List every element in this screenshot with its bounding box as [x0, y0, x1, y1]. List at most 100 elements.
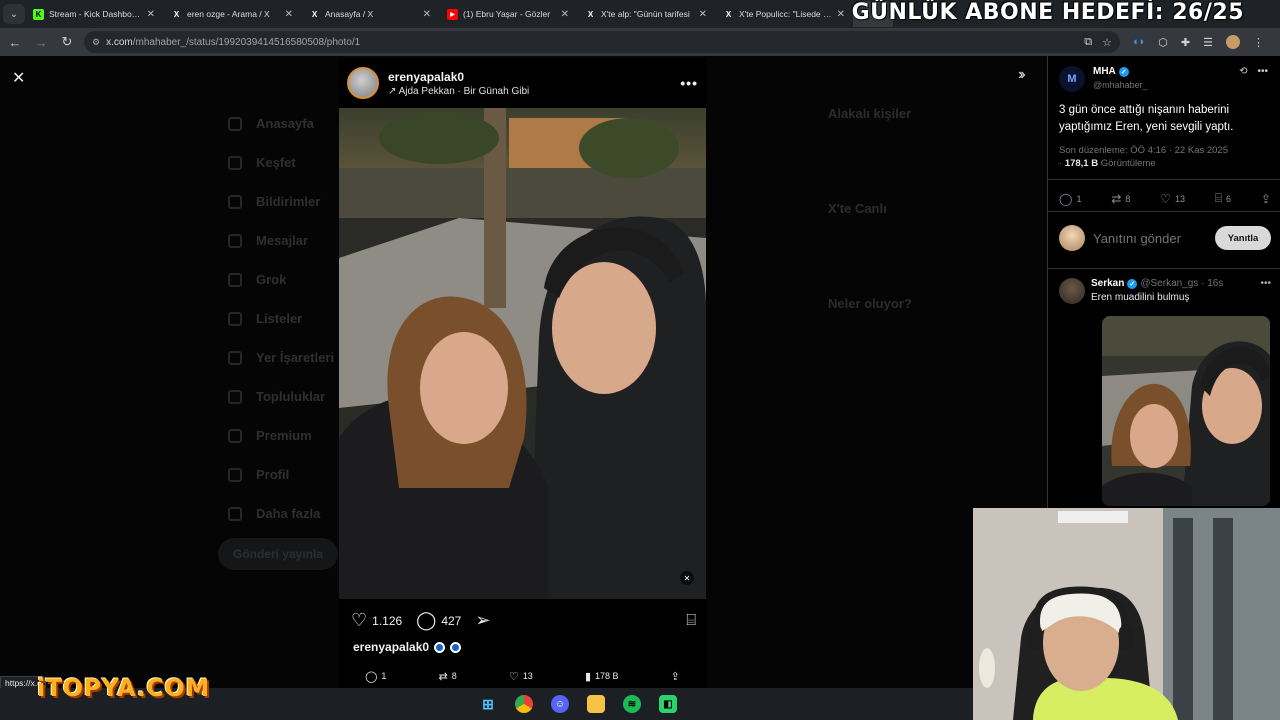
site-info-icon[interactable]: ⚙: [92, 37, 100, 48]
nav-item: Keşfet: [228, 143, 334, 182]
verified-badge-icon: ✓: [1127, 278, 1138, 289]
extensions-puzzle-icon[interactable]: ✚: [1181, 36, 1190, 49]
extension-shield-icon[interactable]: ⬡: [1158, 36, 1168, 49]
home-icon: [228, 116, 242, 131]
post-media[interactable]: erenyapalak0 ↗ Ajda Pekkan · Bir Günah G…: [339, 58, 706, 688]
chrome-icon[interactable]: [515, 695, 533, 713]
tab-close-icon[interactable]: ✕: [561, 9, 569, 20]
tab-x-search[interactable]: X eren ozge - Arama / X ✕: [163, 1, 301, 27]
itopya-watermark: iTOPYA.COM: [37, 674, 210, 702]
divider: [1048, 268, 1280, 269]
more-icon: [228, 506, 242, 521]
like-action[interactable]: ♡ 13: [509, 670, 533, 683]
tab-title: X'te Populicc: "Lisede çek: [739, 9, 833, 19]
tab-search-icon[interactable]: ⌄: [3, 4, 25, 24]
windows-start-icon[interactable]: ⊞: [479, 695, 497, 713]
reply-input[interactable]: Yanıtını gönder: [1093, 231, 1181, 246]
tab-x-alp[interactable]: X X'te alp: "Günün tarifesi ✕: [577, 1, 715, 27]
repost-button[interactable]: ⇄ 8: [1111, 191, 1130, 206]
tab-x-populicc[interactable]: X X'te Populicc: "Lisede çek ✕: [715, 1, 853, 27]
nav-item: Topluluklar: [228, 377, 334, 416]
premium-icon: [228, 428, 242, 443]
share-icon: ⇪: [670, 670, 680, 683]
search-icon: [228, 155, 242, 170]
tab-close-icon[interactable]: ✕: [423, 9, 431, 20]
nav-item: Listeler: [228, 299, 334, 338]
reply-button[interactable]: ◯ 1: [1059, 191, 1081, 206]
x-icon: X: [311, 9, 318, 19]
tab-kick-dashboard[interactable]: K Stream - Kick Dashboard ✕: [25, 1, 163, 27]
reload-icon[interactable]: ↻: [56, 31, 78, 53]
address-bar[interactable]: ⚙ x.com/mhahaber_/status/199203941451658…: [84, 31, 1120, 53]
reply-composer: Yanıtını gönder Yanıtla: [1059, 223, 1271, 253]
ig-actions: ♡ 1.126 ◯ 427 ➢ ⌸: [351, 610, 696, 631]
commenter-avatar[interactable]: [1059, 278, 1085, 304]
collapse-panel-icon[interactable]: ››: [1018, 66, 1025, 84]
send-icon: ➢: [475, 610, 491, 630]
grok-icon: [228, 272, 242, 287]
share-icon: ⇪: [1260, 191, 1271, 206]
forward-arrow-icon[interactable]: →: [30, 31, 52, 53]
heart-icon: ♡: [1160, 191, 1171, 206]
background-sidebar-nav: Anasayfa Keşfet Bildirimler Mesajlar Gro…: [228, 104, 334, 533]
file-explorer-icon[interactable]: [587, 695, 605, 713]
reply-tweet[interactable]: Serkan ✓ @Serkan_gs · 16s Eren muadilini b…: [1059, 278, 1271, 506]
youtube-icon: ▶: [447, 8, 458, 20]
reply-action[interactable]: ◯ 1: [365, 670, 386, 683]
share-button[interactable]: ⇪: [1261, 191, 1271, 206]
comment-photo[interactable]: [1102, 316, 1270, 506]
more-options-icon[interactable]: •••: [1257, 66, 1268, 77]
reply-icon: ◯: [1059, 191, 1073, 206]
commenter-name[interactable]: Serkan: [1091, 278, 1124, 289]
ig-comment-count: 427: [441, 613, 462, 628]
share-action[interactable]: ⇪: [671, 670, 680, 683]
media-action-bar: ◯ 1 ⇄ 8 ♡ 13 ▮ 178 B ⇪: [339, 664, 706, 688]
commenter-handle[interactable]: @Serkan_gs · 16s: [1140, 278, 1223, 289]
mute-icon[interactable]: ✕: [680, 571, 694, 585]
tab-close-icon[interactable]: ✕: [285, 9, 293, 20]
tab-close-icon[interactable]: ✕: [699, 9, 707, 20]
heart-icon: ♡: [508, 670, 519, 683]
subscriber-goal-overlay: GÜNLÜK ABONE HEDEFİ: 26/25: [851, 0, 1244, 25]
more-options-icon[interactable]: •••: [1260, 278, 1271, 304]
profile-icon: [228, 467, 242, 482]
browser-menu-icon[interactable]: ⋮: [1253, 36, 1264, 49]
edited-timestamp[interactable]: Son düzenleme: ÖÖ 4:16 · 22 Kas 2025: [1059, 145, 1228, 156]
bookmark-icon: [228, 350, 242, 365]
app-icon[interactable]: ◧: [659, 695, 677, 713]
url-path: /mhahaber_/status/1992039414516580508/ph…: [132, 36, 361, 48]
reply-submit-button[interactable]: Yanıtla: [1215, 226, 1271, 250]
heart-icon: ♡: [351, 610, 368, 630]
like-button[interactable]: ♡ 13: [1160, 191, 1185, 206]
back-arrow-icon[interactable]: ←: [4, 31, 26, 53]
discord-icon[interactable]: ☺: [551, 695, 569, 713]
bookmark-button[interactable]: ⌸ 6: [1215, 191, 1231, 206]
bookmark-star-icon[interactable]: ☆: [1102, 36, 1112, 49]
author-handle[interactable]: @mhahaber_: [1093, 80, 1148, 90]
reading-list-icon[interactable]: ☰: [1203, 36, 1213, 49]
my-avatar: [1059, 225, 1085, 251]
tab-youtube[interactable]: ▶ (1) Ebru Yaşar - Gözler ✕: [439, 1, 577, 27]
ig-avatar: [347, 67, 379, 99]
repost-action[interactable]: ⇄ 8: [439, 670, 457, 683]
author-name[interactable]: MHA: [1093, 66, 1116, 77]
url-host: x.com: [106, 36, 133, 48]
extension-wave-icon[interactable]: ◖◗: [1132, 36, 1145, 48]
tab-close-icon[interactable]: ✕: [147, 9, 155, 20]
ig-username: erenyapalak0: [388, 69, 465, 84]
tab-title: eren ozge - Arama / X: [187, 9, 270, 19]
ig-like-count: 1.126: [372, 613, 403, 628]
repost-icon: ⇄: [1111, 191, 1122, 206]
reply-icon: ◯: [365, 670, 378, 683]
close-icon[interactable]: ✕: [12, 68, 25, 88]
author-avatar[interactable]: M: [1059, 66, 1085, 92]
spotify-icon[interactable]: ≋: [623, 695, 641, 713]
install-app-icon[interactable]: ⧉: [1084, 36, 1092, 49]
tab-x-home[interactable]: X Anasayfa / X ✕: [301, 1, 439, 27]
tab-close-icon[interactable]: ✕: [837, 9, 845, 20]
nav-item: Mesajlar: [228, 221, 334, 260]
grok-icon[interactable]: ⟲: [1239, 66, 1247, 77]
views-action[interactable]: ▮ 178 B: [585, 670, 619, 683]
post-author[interactable]: M MHA ✓ @mhahaber_: [1059, 66, 1148, 92]
profile-avatar[interactable]: [1226, 35, 1240, 49]
